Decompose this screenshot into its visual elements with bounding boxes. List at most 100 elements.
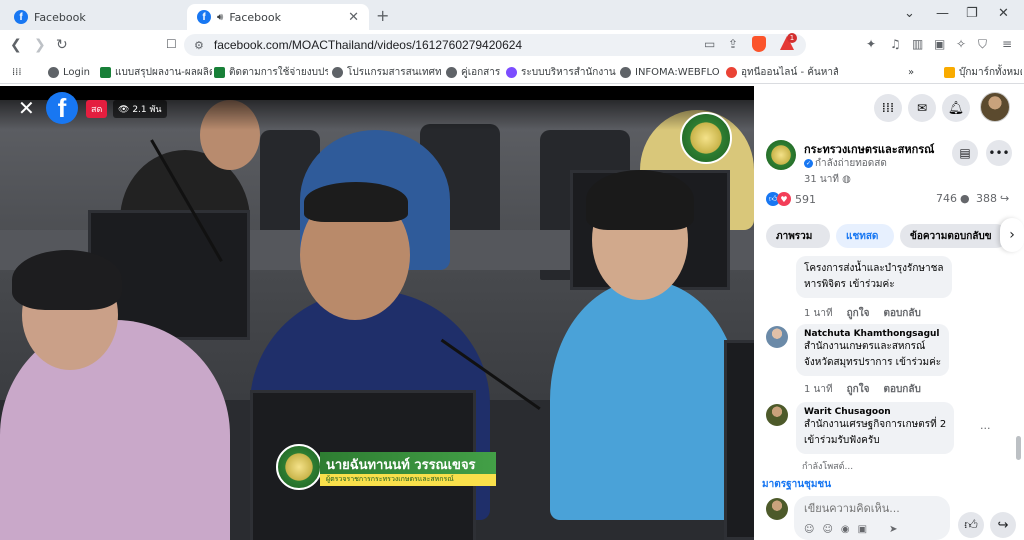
page-avatar[interactable] [766, 140, 796, 170]
reload-icon[interactable]: ↻ [56, 37, 68, 53]
bookmark-item[interactable]: INFOMA:WEBFLOW [620, 64, 720, 80]
leo-ai-icon[interactable]: ✧ [956, 37, 966, 51]
comment-actions: 1 นาที ถูกใจ ตอบกลับ [804, 382, 921, 397]
bookmark-item[interactable]: คู่เอกสาร [446, 64, 502, 80]
panel-top-bar: ⁞⁞⁞ ✉ 🔔︎ [754, 86, 1024, 130]
bookmark-item[interactable]: ติดตามการใช้จ่ายงบประ... [214, 64, 328, 80]
speaker-title: ผู้ตรวจราชการกระทรวงเกษตรและสหกรณ์ [320, 474, 496, 486]
shares-count[interactable]: 388 ↪ [976, 192, 1009, 205]
post-time[interactable]: 31 นาที ◍ [804, 172, 851, 187]
comment-bubble: Natchuta Khamthongsagul สำนักงานเกษตรและ… [796, 324, 950, 376]
share-button[interactable]: ↪ [990, 512, 1016, 538]
globe-icon [446, 66, 457, 78]
comment: Warit Chusagoon สำนักงานเศรษฐกิจการเกษตร… [766, 402, 1006, 460]
save-video-icon[interactable]: ▤ [952, 140, 978, 166]
messenger-icon[interactable]: ✉ [908, 94, 936, 122]
tab-replies[interactable]: ข้อความตอบกลับข [900, 224, 1008, 248]
apps-grid-icon[interactable]: ⁞⁞⁞ [12, 64, 22, 80]
reactions-summary[interactable]: 👍︎ ♥ 591 [766, 192, 816, 206]
viewer-count-value: 2.1 พัน [132, 105, 162, 115]
profile-avatar[interactable] [980, 92, 1010, 122]
like-comment-button[interactable]: ถูกใจ [847, 306, 870, 321]
brave-shields-icon[interactable] [752, 36, 766, 52]
my-avatar [766, 498, 788, 520]
comment-composer[interactable]: ☺ ☺ ◉ ▣ ➤ [794, 496, 950, 540]
browser-tab[interactable]: f Facebook [4, 4, 184, 30]
back-icon[interactable]: ❮ [10, 37, 22, 53]
all-bookmarks-folder[interactable]: บุ๊กมาร์กทั้งหมด [944, 64, 1022, 80]
grid-menu-icon[interactable]: ⁞⁞⁞ [874, 94, 902, 122]
bookmark-icon[interactable]: ☐ [166, 37, 177, 51]
comment-text: สำนักงานเศรษฐกิจการเกษตรที่ 2 [804, 419, 947, 430]
camera-icon[interactable]: ◉ [841, 524, 850, 535]
globe-icon [332, 66, 343, 78]
comments-count[interactable]: 746 ● [936, 192, 970, 205]
close-video-icon[interactable]: ✕ [18, 96, 35, 120]
sheets-icon [100, 66, 111, 78]
eye-icon: 👁︎ [118, 105, 130, 115]
comment-input[interactable] [804, 502, 934, 515]
minimize-button[interactable]: — [936, 6, 949, 21]
speaker-icon[interactable]: 🔊︎ [217, 12, 223, 23]
reactions-count: 591 [795, 192, 816, 206]
close-window-button[interactable]: ✕ [998, 6, 1009, 21]
comments-scrollbar[interactable] [1016, 436, 1021, 460]
comment-more-icon[interactable]: ··· [980, 422, 991, 435]
extensions-icon[interactable]: ✦ [866, 37, 876, 51]
facebook-logo-icon[interactable]: f [46, 92, 78, 124]
person [550, 280, 740, 520]
reply-comment-button[interactable]: ตอบกลับ [883, 306, 920, 321]
browser-tab-active[interactable]: f 🔊︎ Facebook ✕ [187, 4, 369, 30]
vpn-icon[interactable]: ⛉ [978, 37, 987, 52]
bell-icon[interactable]: 🔔︎ [942, 94, 970, 122]
emoji-icon[interactable]: ☺ [822, 524, 832, 535]
commenter-avatar[interactable] [766, 404, 788, 426]
new-tab-button[interactable]: + [376, 6, 389, 25]
facebook-favicon-icon: f [14, 10, 28, 24]
site-settings-icon[interactable]: ⚙ [194, 39, 204, 52]
comment-text: เข้าร่วมรับฟังครับ [804, 435, 880, 446]
comment-icon: ● [960, 192, 970, 205]
bookmark-item[interactable]: Login [48, 64, 96, 80]
comment: Natchuta Khamthongsagul สำนักงานเกษตรและ… [766, 324, 1006, 382]
folder-icon [944, 66, 955, 78]
restore-button[interactable]: ❐ [966, 6, 978, 21]
more-options-icon[interactable]: ••• [986, 140, 1012, 166]
commenter-avatar[interactable] [766, 326, 788, 348]
forward-icon[interactable]: ❯ [34, 37, 46, 53]
comment-bubble: Warit Chusagoon สำนักงานเศรษฐกิจการเกษตร… [796, 402, 955, 454]
gif-icon[interactable]: ▣ [858, 524, 867, 535]
tab-title: Facebook [34, 10, 86, 24]
menu-icon[interactable]: ≡ [1002, 37, 1012, 51]
more-bookmarks-icon[interactable]: » [908, 64, 914, 80]
share-icon[interactable]: ⇪ [728, 37, 738, 51]
tab-overview[interactable]: ภาพรวม [766, 224, 830, 248]
reply-comment-button[interactable]: ตอบกลับ [883, 382, 920, 397]
sticker-icon[interactable]: ☺ [804, 524, 814, 535]
like-button[interactable]: 👍︎ [958, 512, 984, 538]
community-standards-link[interactable]: มาตรฐานชุมชน [762, 477, 831, 492]
media-icon[interactable]: ♫ [890, 37, 901, 51]
comment-actions: 1 นาที ถูกใจ ตอบกลับ [804, 306, 921, 321]
like-comment-button[interactable]: ถูกใจ [847, 382, 870, 397]
cast-icon[interactable]: ▭ [704, 37, 715, 51]
wallet-icon[interactable]: ▣ [934, 37, 945, 51]
viewer-count: 👁︎ 2.1 พัน [113, 100, 167, 118]
bookmark-item[interactable]: อุทนีออนไลน์ - ค้นหาสั... [726, 64, 838, 80]
send-icon[interactable]: ➤ [889, 524, 897, 535]
close-tab-icon[interactable]: ✕ [348, 10, 359, 25]
chevron-right-icon[interactable]: › [1000, 218, 1024, 252]
reading-list-icon[interactable]: ▥ [912, 37, 923, 51]
commenter-name[interactable]: Natchuta Khamthongsagul [804, 329, 941, 339]
facebook-favicon-icon: f [197, 10, 211, 24]
post-panel: ⁞⁞⁞ ✉ 🔔︎ กระทรวงเกษตรและสหกรณ์ ✓ กำลังถ่า… [754, 86, 1024, 540]
bookmark-item[interactable]: โปรแกรมสารสนเทศทรั... [332, 64, 442, 80]
comment-text: จังหวัดสมุทรปราการ เข้าร่วมค่ะ [804, 357, 942, 368]
hair [586, 170, 694, 230]
bookmark-item[interactable]: แบบสรุปผลงาน-ผลผลิต... [100, 64, 212, 80]
comment-text: หารพิจิตร เข้าร่วมค่ะ [804, 279, 895, 290]
tab-live-chat[interactable]: แชทสด [836, 224, 894, 248]
tab-search-icon[interactable]: ⌄ [904, 6, 915, 21]
bookmark-item[interactable]: ระบบบริหารสำนักงานอั... [506, 64, 616, 80]
commenter-name[interactable]: Warit Chusagoon [804, 407, 946, 417]
